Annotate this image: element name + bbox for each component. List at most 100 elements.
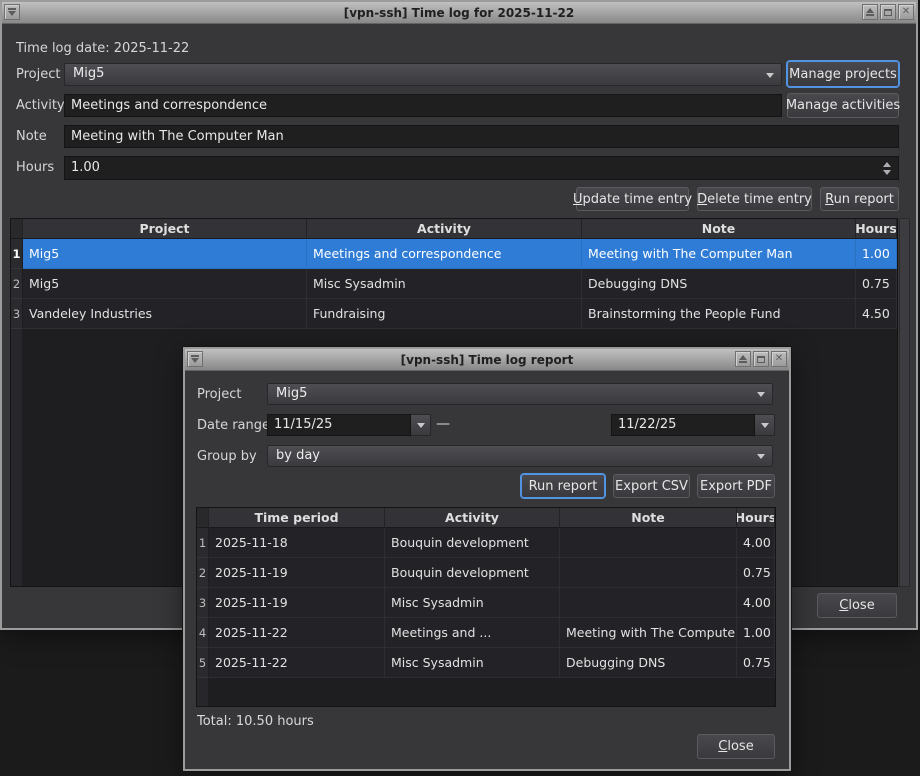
window-menu-icon bbox=[191, 358, 199, 363]
header-activity[interactable]: Activity bbox=[307, 219, 582, 239]
report-project-value: Mig5 bbox=[276, 386, 307, 401]
note-label: Note bbox=[16, 126, 47, 148]
close-window-button[interactable]: ✕ bbox=[898, 4, 914, 20]
table-row[interactable]: 3 Vandeley Industries Fundraising Brains… bbox=[11, 299, 897, 329]
shade-icon bbox=[866, 8, 874, 13]
header-project[interactable]: Project bbox=[23, 219, 307, 239]
cell-activity: Misc Sysadmin bbox=[385, 648, 560, 678]
vertical-scrollbar[interactable] bbox=[899, 218, 910, 587]
date-to-picker[interactable]: 11/22/25 bbox=[611, 414, 775, 436]
spin-down-icon[interactable] bbox=[883, 170, 891, 175]
group-by-value: by day bbox=[276, 448, 320, 463]
main-title-bar[interactable]: [vpn-ssh] Time log for 2025-11-22 ✕ bbox=[2, 2, 916, 24]
chevron-down-icon bbox=[761, 423, 769, 428]
dialog-close-button[interactable]: Close bbox=[697, 734, 775, 759]
table-row[interactable]: 1 Mig5 Meetings and correspondence Meeti… bbox=[11, 239, 897, 269]
window-menu-button[interactable] bbox=[4, 4, 20, 20]
table-row[interactable]: 2 Mig5 Misc Sysadmin Debugging DNS 0.75 bbox=[11, 269, 897, 299]
date-to-dropdown-button[interactable] bbox=[755, 414, 775, 436]
project-combobox[interactable]: Mig5 bbox=[64, 63, 782, 86]
row-number: 2 bbox=[11, 269, 23, 299]
chevron-down-icon bbox=[766, 73, 774, 78]
dialog-title-bar[interactable]: [vpn-ssh] Time log report ✕ bbox=[185, 349, 789, 371]
date-from-picker[interactable]: 11/15/25 bbox=[267, 414, 431, 436]
hours-label: Hours bbox=[16, 157, 54, 179]
maximize-button[interactable] bbox=[753, 351, 769, 367]
chevron-down-icon bbox=[417, 423, 425, 428]
export-csv-button[interactable]: Export CSV bbox=[613, 474, 690, 498]
shade-button[interactable] bbox=[735, 351, 751, 367]
time-log-date-label: Time log date: 2025-11-22 bbox=[16, 38, 189, 60]
cell-hours: 4.00 bbox=[737, 528, 775, 558]
shade-button[interactable] bbox=[862, 4, 878, 20]
cell-hours: 0.75 bbox=[856, 269, 897, 299]
activity-input[interactable]: Meetings and correspondence bbox=[64, 94, 782, 117]
manage-activities-button[interactable]: Manage activities bbox=[787, 93, 899, 118]
table-row[interactable]: 2 2025-11-19 Bouquin development 0.75 bbox=[197, 558, 775, 588]
date-range-label: Date range bbox=[197, 415, 270, 437]
close-window-button[interactable]: ✕ bbox=[771, 351, 787, 367]
window-menu-icon bbox=[8, 8, 16, 10]
row-number: 1 bbox=[197, 528, 209, 558]
header-note[interactable]: Note bbox=[582, 219, 856, 239]
shade-icon bbox=[739, 355, 747, 360]
close-icon: ✕ bbox=[775, 354, 783, 364]
cell-hours: 1.00 bbox=[737, 618, 775, 648]
header-hours[interactable]: Hours bbox=[856, 219, 897, 239]
close-button[interactable]: Close bbox=[817, 593, 897, 618]
table-header-row: Time period Activity Note Hours bbox=[197, 508, 775, 528]
cell-note: Meeting with The Computer Man bbox=[582, 239, 856, 269]
desktop: { "colors": { "accent_focus": "#5294e2",… bbox=[0, 0, 920, 776]
table-row[interactable]: 3 2025-11-19 Misc Sysadmin 4.00 bbox=[197, 588, 775, 618]
header-activity[interactable]: Activity bbox=[385, 508, 560, 528]
dialog-title: [vpn-ssh] Time log report bbox=[401, 353, 574, 367]
cell-project: Mig5 bbox=[23, 269, 307, 299]
row-number-gutter bbox=[197, 678, 209, 706]
hours-spinbox[interactable]: 1.00 bbox=[64, 156, 899, 180]
row-number: 3 bbox=[11, 299, 23, 329]
delete-time-entry-button[interactable]: Delete time entry bbox=[697, 187, 812, 211]
report-dialog: [vpn-ssh] Time log report ✕ Project Mig5… bbox=[183, 347, 791, 771]
dialog-run-report-label: Run report bbox=[529, 479, 598, 494]
header-time-period[interactable]: Time period bbox=[209, 508, 385, 528]
cell-note bbox=[560, 558, 737, 588]
row-number: 5 bbox=[197, 648, 209, 678]
note-input[interactable]: Meeting with The Computer Man bbox=[64, 125, 899, 148]
date-from-dropdown-button[interactable] bbox=[411, 414, 431, 436]
project-combobox-value: Mig5 bbox=[73, 66, 104, 81]
cell-activity: Meetings and ... bbox=[385, 618, 560, 648]
dialog-run-report-button[interactable]: Run report bbox=[521, 474, 605, 498]
maximize-button[interactable] bbox=[880, 4, 896, 20]
cell-time-period: 2025-11-19 bbox=[209, 558, 385, 588]
cell-note bbox=[560, 528, 737, 558]
header-note[interactable]: Note bbox=[560, 508, 737, 528]
export-csv-label: Export CSV bbox=[615, 479, 688, 494]
shade-icon bbox=[866, 14, 874, 16]
corner-header-cell bbox=[197, 508, 209, 528]
maximize-icon bbox=[884, 9, 892, 16]
export-pdf-label: Export PDF bbox=[700, 479, 772, 494]
cell-activity: Meetings and correspondence bbox=[307, 239, 582, 269]
update-time-entry-button[interactable]: Update time entry bbox=[576, 187, 689, 211]
date-to-value[interactable]: 11/22/25 bbox=[611, 414, 755, 436]
date-from-value[interactable]: 11/15/25 bbox=[267, 414, 411, 436]
delete-time-entry-label: Delete time entry bbox=[697, 192, 812, 207]
export-pdf-button[interactable]: Export PDF bbox=[697, 474, 775, 498]
cell-activity: Misc Sysadmin bbox=[385, 588, 560, 618]
cell-activity: Fundraising bbox=[307, 299, 582, 329]
header-hours[interactable]: Hours bbox=[737, 508, 775, 528]
table-row[interactable]: 4 2025-11-22 Meetings and ... Meeting wi… bbox=[197, 618, 775, 648]
manage-projects-button[interactable]: Manage projects bbox=[787, 61, 899, 87]
date-range-separator: — bbox=[436, 416, 450, 432]
report-project-combobox[interactable]: Mig5 bbox=[267, 383, 773, 405]
window-menu-button[interactable] bbox=[187, 351, 203, 367]
activity-label: Activity bbox=[16, 95, 65, 117]
table-row[interactable]: 5 2025-11-22 Misc Sysadmin Debugging DNS… bbox=[197, 648, 775, 678]
group-by-combobox[interactable]: by day bbox=[267, 445, 773, 467]
spin-up-icon[interactable] bbox=[883, 162, 891, 167]
run-report-button[interactable]: Run report bbox=[820, 187, 899, 211]
table-header-row: Project Activity Note Hours bbox=[11, 219, 897, 239]
cell-hours: 0.75 bbox=[737, 558, 775, 588]
table-row[interactable]: 1 2025-11-18 Bouquin development 4.00 bbox=[197, 528, 775, 558]
cell-hours: 4.50 bbox=[856, 299, 897, 329]
